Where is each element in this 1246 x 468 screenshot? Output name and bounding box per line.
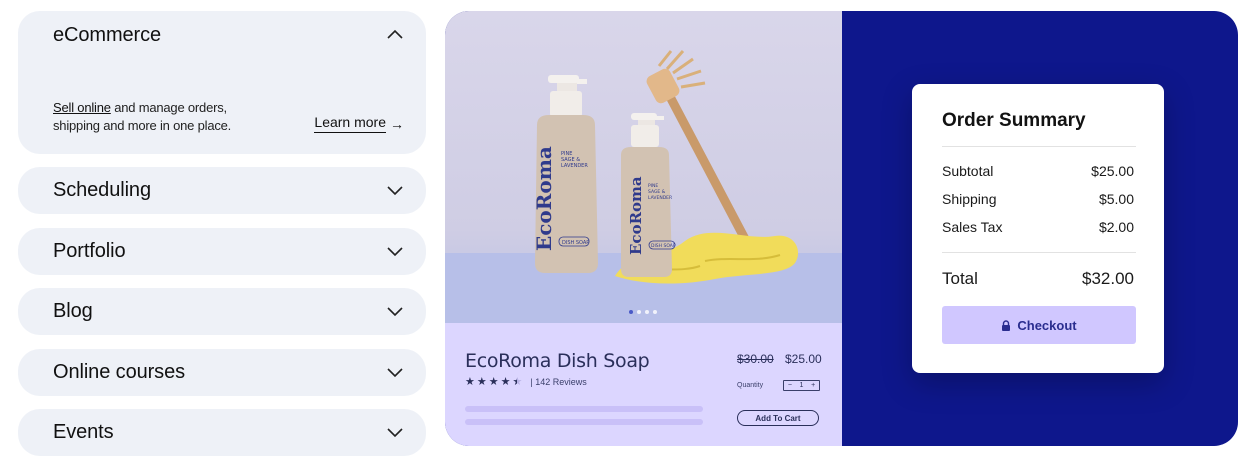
svg-text:SAGE &: SAGE & [648, 189, 666, 195]
quantity-minus[interactable]: − [788, 382, 792, 389]
accordion-title: Portfolio [53, 239, 126, 262]
carousel-dot[interactable] [629, 310, 633, 314]
summary-row-shipping: Shipping $5.00 [942, 191, 1134, 207]
lock-icon [1002, 319, 1011, 331]
small-bottle-image: EcoRoma PINE SAGE & LAVENDER DISH SOAP [621, 113, 676, 277]
large-bottle-image: EcoRoma PINE SAGE & LAVENDER DISH SOAP [532, 75, 598, 273]
old-price: $30.00 [737, 352, 774, 366]
carousel-dot[interactable] [653, 310, 657, 314]
chevron-down-icon [387, 186, 403, 196]
product-card: EcoRoma PINE SAGE & LAVENDER DISH SOAP E… [445, 11, 842, 446]
checkout-label: Checkout [1017, 317, 1077, 333]
svg-text:DISH SOAP: DISH SOAP [651, 243, 676, 249]
summary-label: Shipping [942, 191, 997, 207]
product-photo: EcoRoma PINE SAGE & LAVENDER DISH SOAP E… [445, 11, 842, 323]
svg-text:DISH SOAP: DISH SOAP [562, 240, 589, 246]
accordion-header-scheduling[interactable]: Scheduling [53, 178, 404, 202]
accordion-header-portfolio[interactable]: Portfolio [53, 239, 404, 263]
star-icon: ★ [476, 376, 487, 388]
accordion-header-online-courses[interactable]: Online courses [53, 360, 404, 384]
current-price: $25.00 [785, 352, 822, 366]
svg-text:LAVENDER: LAVENDER [561, 163, 588, 169]
star-icon: ★ [465, 376, 475, 388]
learn-more-label: Learn more [314, 114, 386, 133]
svg-text:EcoRoma: EcoRoma [627, 176, 645, 255]
star-icon: ★ [500, 376, 511, 388]
carousel-dots[interactable] [629, 310, 657, 314]
summary-row-total: Total $32.00 [942, 269, 1134, 289]
product-name: EcoRoma Dish Soap [465, 350, 650, 372]
summary-row-sales-tax: Sales Tax $2.00 [942, 219, 1134, 235]
summary-value: $25.00 [1091, 163, 1134, 179]
description-text: and manage orders, [110, 100, 227, 115]
total-value: $32.00 [1082, 269, 1134, 288]
accordion-title: Online courses [53, 360, 185, 383]
summary-value: $2.00 [1098, 219, 1134, 235]
chevron-down-icon [387, 247, 403, 257]
star-icon: ★ [488, 376, 499, 388]
accordion-blog[interactable]: Blog [18, 288, 426, 335]
summary-value: $5.00 [1098, 191, 1134, 207]
order-summary-card: Order Summary Subtotal $25.00 Shipping $… [912, 84, 1164, 373]
summary-row-subtotal: Subtotal $25.00 [942, 163, 1134, 179]
accordion-events[interactable]: Events [18, 409, 426, 456]
divider [942, 146, 1136, 147]
reviews-label: 142 Reviews [535, 376, 587, 387]
quantity-stepper[interactable]: − 1 + [783, 380, 820, 391]
chevron-down-icon [387, 307, 403, 317]
svg-text:PINE: PINE [648, 183, 658, 189]
accordion-description: Sell online and manage orders, shipping … [53, 99, 231, 135]
reviews-count[interactable]: | 142 Reviews [530, 377, 586, 387]
svg-text:LAVENDER: LAVENDER [648, 195, 672, 201]
product-image: EcoRoma PINE SAGE & LAVENDER DISH SOAP E… [532, 50, 799, 284]
order-summary-title: Order Summary [942, 110, 1086, 131]
accordion-title: Scheduling [53, 178, 151, 201]
accordion-ecommerce: eCommerce Sell online and manage orders,… [18, 11, 426, 154]
arrow-right-icon: → [390, 115, 404, 132]
quantity-label: Quantity [737, 382, 764, 389]
placeholder-bar [465, 419, 703, 425]
summary-label: Subtotal [942, 163, 994, 179]
placeholder-bar [465, 406, 703, 412]
accordion-header-ecommerce[interactable]: eCommerce [53, 23, 404, 47]
accordion-title: Blog [53, 299, 93, 322]
accordion-title: Events [53, 420, 114, 443]
chevron-down-icon [387, 428, 403, 438]
accordion-portfolio[interactable]: Portfolio [18, 228, 426, 275]
star-half-icon: ★★ [512, 376, 523, 388]
accordion-scheduling[interactable]: Scheduling [18, 167, 426, 214]
learn-more-link[interactable]: Learn more → [314, 114, 404, 133]
carousel-dot[interactable] [645, 310, 649, 314]
accordion-title: eCommerce [53, 23, 162, 46]
svg-text:EcoRoma: EcoRoma [532, 146, 556, 251]
accordion-body-ecommerce: Sell online and manage orders, shipping … [53, 99, 404, 135]
description-text: shipping and more in one place. [53, 118, 232, 133]
chevron-down-icon [387, 368, 403, 378]
quantity-plus[interactable]: + [811, 382, 815, 389]
accordion-header-events[interactable]: Events [53, 420, 404, 444]
divider [942, 252, 1136, 253]
carousel-dot[interactable] [637, 310, 641, 314]
checkout-button[interactable]: Checkout [942, 306, 1136, 344]
chevron-up-icon [387, 29, 403, 39]
product-info: EcoRoma Dish Soap ★ ★ ★ ★ ★★ | 142 Revie… [445, 323, 842, 446]
sell-online-link[interactable]: Sell online [53, 100, 111, 115]
summary-label: Sales Tax [942, 219, 1003, 235]
add-to-cart-button[interactable]: Add To Cart [737, 410, 819, 426]
total-label: Total [942, 269, 978, 288]
accordion-header-blog[interactable]: Blog [53, 299, 404, 323]
quantity-value: 1 [799, 382, 804, 389]
rating-stars: ★ ★ ★ ★ ★★ | 142 Reviews [465, 375, 587, 388]
ecommerce-showcase: EcoRoma PINE SAGE & LAVENDER DISH SOAP E… [445, 11, 1238, 446]
accordion-online-courses[interactable]: Online courses [18, 349, 426, 396]
